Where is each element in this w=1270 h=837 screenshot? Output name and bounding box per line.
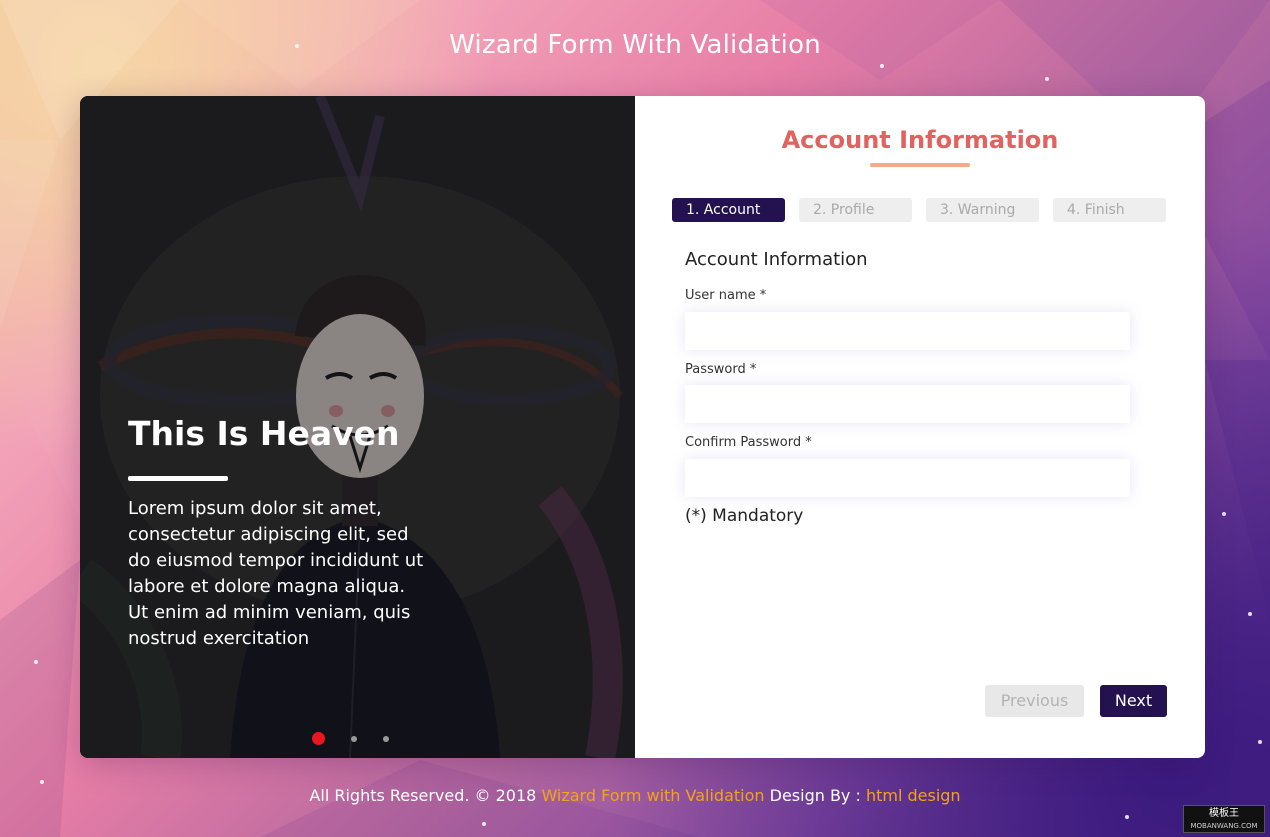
password-label: Password * [685,362,757,377]
step-account[interactable]: 1. Account [672,198,785,222]
username-input[interactable] [685,312,1130,350]
mandatory-note: (*) Mandatory [685,506,804,526]
footer: All Rights Reserved. © 2018 Wizard Form … [0,786,1270,805]
star-dot [1045,77,1049,81]
star-dot [482,822,486,826]
star-dot [1248,612,1252,616]
form-heading: Account Information [781,126,1059,154]
hero-title-underline [128,476,228,481]
watermark-logo: 模板王 MOBANWANG.COM [1183,805,1265,833]
star-dot [1125,815,1129,819]
footer-link-html-design[interactable]: html design [866,786,961,805]
footer-copyright: All Rights Reserved. © 2018 [309,786,542,805]
step-warning[interactable]: 3. Warning [926,198,1039,222]
hero-title: This Is Heaven [128,414,400,453]
previous-button[interactable]: Previous [985,685,1084,717]
footer-design-by: Design By : [764,786,866,805]
star-dot [34,660,38,664]
wizard-card: This Is Heaven Lorem ipsum dolor sit ame… [80,96,1205,758]
step-finish[interactable]: 4. Finish [1053,198,1166,222]
star-dot [40,780,44,784]
slider-dots [312,732,389,745]
form-heading-underline [870,163,970,167]
confirm-password-label: Confirm Password * [685,435,812,450]
step-profile[interactable]: 2. Profile [799,198,912,222]
section-title: Account Information [685,249,868,270]
watermark-domain: MOBANWANG.COM [1190,822,1258,830]
star-dot [1258,740,1262,744]
hero-description: Lorem ipsum dolor sit amet, consectetur … [128,498,424,649]
wizard-form-panel: Account Information 1. Account 2. Profil… [635,96,1205,758]
username-label: User name * [685,288,767,303]
slider-dot-3[interactable] [383,735,389,742]
password-input[interactable] [685,385,1130,423]
confirm-password-input[interactable] [685,459,1130,497]
hero-image-panel: This Is Heaven Lorem ipsum dolor sit ame… [80,96,635,758]
slider-dot-1[interactable] [312,732,325,745]
footer-link-wizard[interactable]: Wizard Form with Validation [541,786,764,805]
star-dot [880,64,884,68]
page-title: Wizard Form With Validation [449,30,821,60]
wizard-steps: 1. Account 2. Profile 3. Warning 4. Fini… [672,198,1166,222]
slider-dot-2[interactable] [351,735,357,742]
next-button[interactable]: Next [1100,685,1167,717]
watermark-text: 模板王 [1209,808,1239,819]
star-dot [1222,512,1226,516]
